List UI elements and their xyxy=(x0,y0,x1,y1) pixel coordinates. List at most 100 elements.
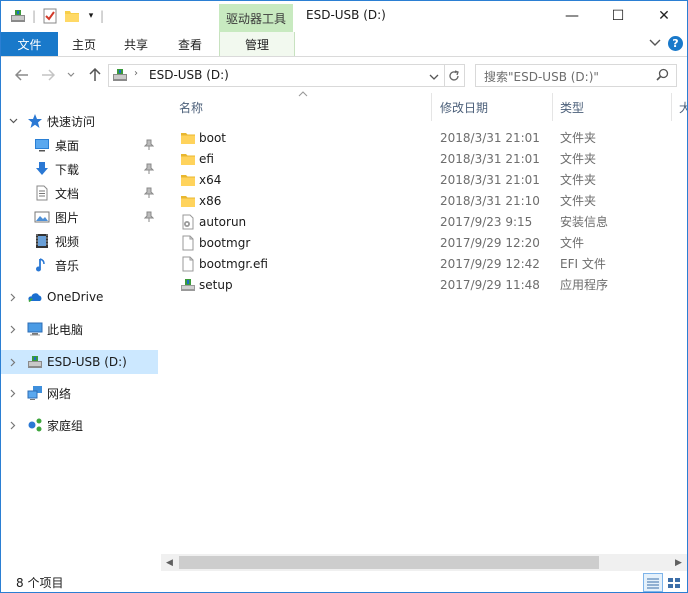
separator: | xyxy=(99,9,105,23)
tab-manage[interactable]: 管理 xyxy=(219,32,295,56)
drive-tools-context-tab: 驱动器工具 xyxy=(219,4,293,32)
video-icon xyxy=(34,233,50,249)
drive-icon xyxy=(112,67,128,86)
details-view-icon xyxy=(647,578,659,588)
file-type: EFI 文件 xyxy=(560,257,606,271)
address-dropdown-icon[interactable] xyxy=(429,70,439,84)
folder-icon xyxy=(180,172,196,188)
up-arrow-icon[interactable] xyxy=(85,65,105,85)
column-header-size[interactable]: 大 xyxy=(679,93,687,121)
help-button[interactable]: ? xyxy=(668,36,683,51)
folder-icon xyxy=(180,193,196,209)
pin-icon[interactable] xyxy=(143,137,155,153)
navigation-pane: 快速访问 桌面 下载 文档 图片 视频 音乐 OneDrive 此电脑 ESD-… xyxy=(1,101,159,566)
column-header-type[interactable]: 类型 xyxy=(560,93,660,121)
nav-label: OneDrive xyxy=(47,290,104,304)
tab-share[interactable]: 共享 xyxy=(113,32,159,56)
forward-arrow-icon[interactable] xyxy=(38,65,58,85)
breadcrumb[interactable]: ESD-USB (D:) xyxy=(149,68,229,82)
column-header-date[interactable]: 修改日期 xyxy=(440,93,550,121)
collapsed-chevron-icon[interactable] xyxy=(7,351,19,373)
recent-locations-chevron-icon[interactable] xyxy=(64,65,78,85)
large-icons-view-button[interactable] xyxy=(664,573,684,592)
nav-item-documents[interactable]: 文档 xyxy=(1,182,158,204)
properties-icon[interactable] xyxy=(41,7,59,25)
search-box[interactable]: 搜索"ESD-USB (D:)" xyxy=(475,64,677,87)
file-date: 2017/9/29 12:42 xyxy=(440,256,540,271)
file-name: autorun xyxy=(199,214,247,229)
nav-item-music[interactable]: 音乐 xyxy=(1,254,158,276)
address-bar[interactable]: › ESD-USB (D:) xyxy=(108,64,445,87)
file-row[interactable]: efi 2018/3/31 21:01 文件夹 xyxy=(177,148,677,169)
scrollbar-thumb[interactable] xyxy=(179,556,599,569)
collapsed-chevron-icon[interactable] xyxy=(7,318,19,340)
item-count: 8 个项目 xyxy=(16,576,64,590)
column-divider[interactable] xyxy=(552,93,553,121)
close-button[interactable]: ✕ xyxy=(641,1,687,31)
file-type: 文件夹 xyxy=(560,173,597,187)
tab-home[interactable]: 主页 xyxy=(61,32,107,56)
pin-icon[interactable] xyxy=(143,185,155,201)
nav-label: 网络 xyxy=(47,386,72,401)
file-type: 应用程序 xyxy=(560,278,609,292)
tab-file[interactable]: 文件 xyxy=(1,32,58,56)
nav-label: 音乐 xyxy=(55,258,80,273)
column-divider[interactable] xyxy=(431,93,432,121)
expand-ribbon-icon[interactable] xyxy=(647,35,663,51)
nav-label: 家庭组 xyxy=(47,418,84,433)
nav-label: 此电脑 xyxy=(47,322,84,337)
large-icons-view-icon xyxy=(668,577,680,588)
cloud-icon xyxy=(27,289,43,305)
nav-this-pc[interactable]: 此电脑 xyxy=(1,318,158,340)
new-folder-icon[interactable] xyxy=(63,7,81,25)
file-row[interactable]: x64 2018/3/31 21:01 文件夹 xyxy=(177,169,677,190)
file-type: 文件夹 xyxy=(560,152,597,166)
file-row[interactable]: setup 2017/9/29 11:48 应用程序 xyxy=(177,274,677,295)
nav-item-downloads[interactable]: 下载 xyxy=(1,158,158,180)
file-row[interactable]: x86 2018/3/31 21:10 文件夹 xyxy=(177,190,677,211)
nav-homegroup[interactable]: 家庭组 xyxy=(1,414,158,436)
file-type: 安装信息 xyxy=(560,215,609,229)
drive-icon xyxy=(27,354,43,370)
back-arrow-icon[interactable] xyxy=(12,65,32,85)
blank-file-icon xyxy=(180,235,196,251)
nav-network[interactable]: 网络 xyxy=(1,382,158,404)
title-bar: | ▾ | 驱动器工具 ESD-USB (D:) — ☐ ✕ xyxy=(1,1,687,32)
pin-icon[interactable] xyxy=(143,161,155,177)
search-input[interactable]: 搜索"ESD-USB (D:)" xyxy=(484,68,599,85)
blank-file-icon xyxy=(180,256,196,272)
file-row[interactable]: autorun 2017/9/23 9:15 安装信息 xyxy=(177,211,677,232)
drive-icon[interactable] xyxy=(9,7,27,25)
minimize-button[interactable]: — xyxy=(549,1,595,31)
pin-icon[interactable] xyxy=(143,209,155,225)
nav-label: ESD-USB (D:) xyxy=(47,355,127,369)
nav-item-pictures[interactable]: 图片 xyxy=(1,206,158,228)
expanded-chevron-icon[interactable] xyxy=(7,110,19,132)
status-bar: 8 个项目 xyxy=(1,571,687,592)
scroll-left-icon[interactable]: ◀ xyxy=(161,554,178,571)
address-row: › ESD-USB (D:) 搜索"ESD-USB (D:)" xyxy=(1,57,687,93)
horizontal-scrollbar[interactable]: ◀ ▶ xyxy=(161,554,687,571)
file-row[interactable]: bootmgr.efi 2017/9/29 12:42 EFI 文件 xyxy=(177,253,677,274)
nav-quick-access[interactable]: 快速访问 xyxy=(1,110,158,132)
nav-usb-drive[interactable]: ESD-USB (D:) xyxy=(1,350,158,374)
tab-view[interactable]: 查看 xyxy=(167,32,213,56)
maximize-button[interactable]: ☐ xyxy=(595,1,641,31)
collapsed-chevron-icon[interactable] xyxy=(7,382,19,404)
column-header-name[interactable]: 名称 xyxy=(179,93,429,121)
nav-label: 图片 xyxy=(55,210,80,225)
refresh-button[interactable] xyxy=(444,64,465,87)
file-row[interactable]: boot 2018/3/31 21:01 文件夹 xyxy=(177,127,677,148)
breadcrumb-chevron-icon[interactable]: › xyxy=(134,68,138,79)
scroll-right-icon[interactable]: ▶ xyxy=(670,554,687,571)
nav-item-videos[interactable]: 视频 xyxy=(1,230,158,252)
nav-item-desktop[interactable]: 桌面 xyxy=(1,134,158,156)
collapsed-chevron-icon[interactable] xyxy=(7,414,19,436)
search-icon[interactable] xyxy=(656,68,669,84)
nav-onedrive[interactable]: OneDrive xyxy=(1,286,158,308)
file-row[interactable]: bootmgr 2017/9/29 12:20 文件 xyxy=(177,232,677,253)
details-view-button[interactable] xyxy=(643,573,663,592)
collapsed-chevron-icon[interactable] xyxy=(7,286,19,308)
customize-qa-chevron-icon[interactable]: ▾ xyxy=(85,7,97,25)
column-divider[interactable] xyxy=(671,93,672,121)
